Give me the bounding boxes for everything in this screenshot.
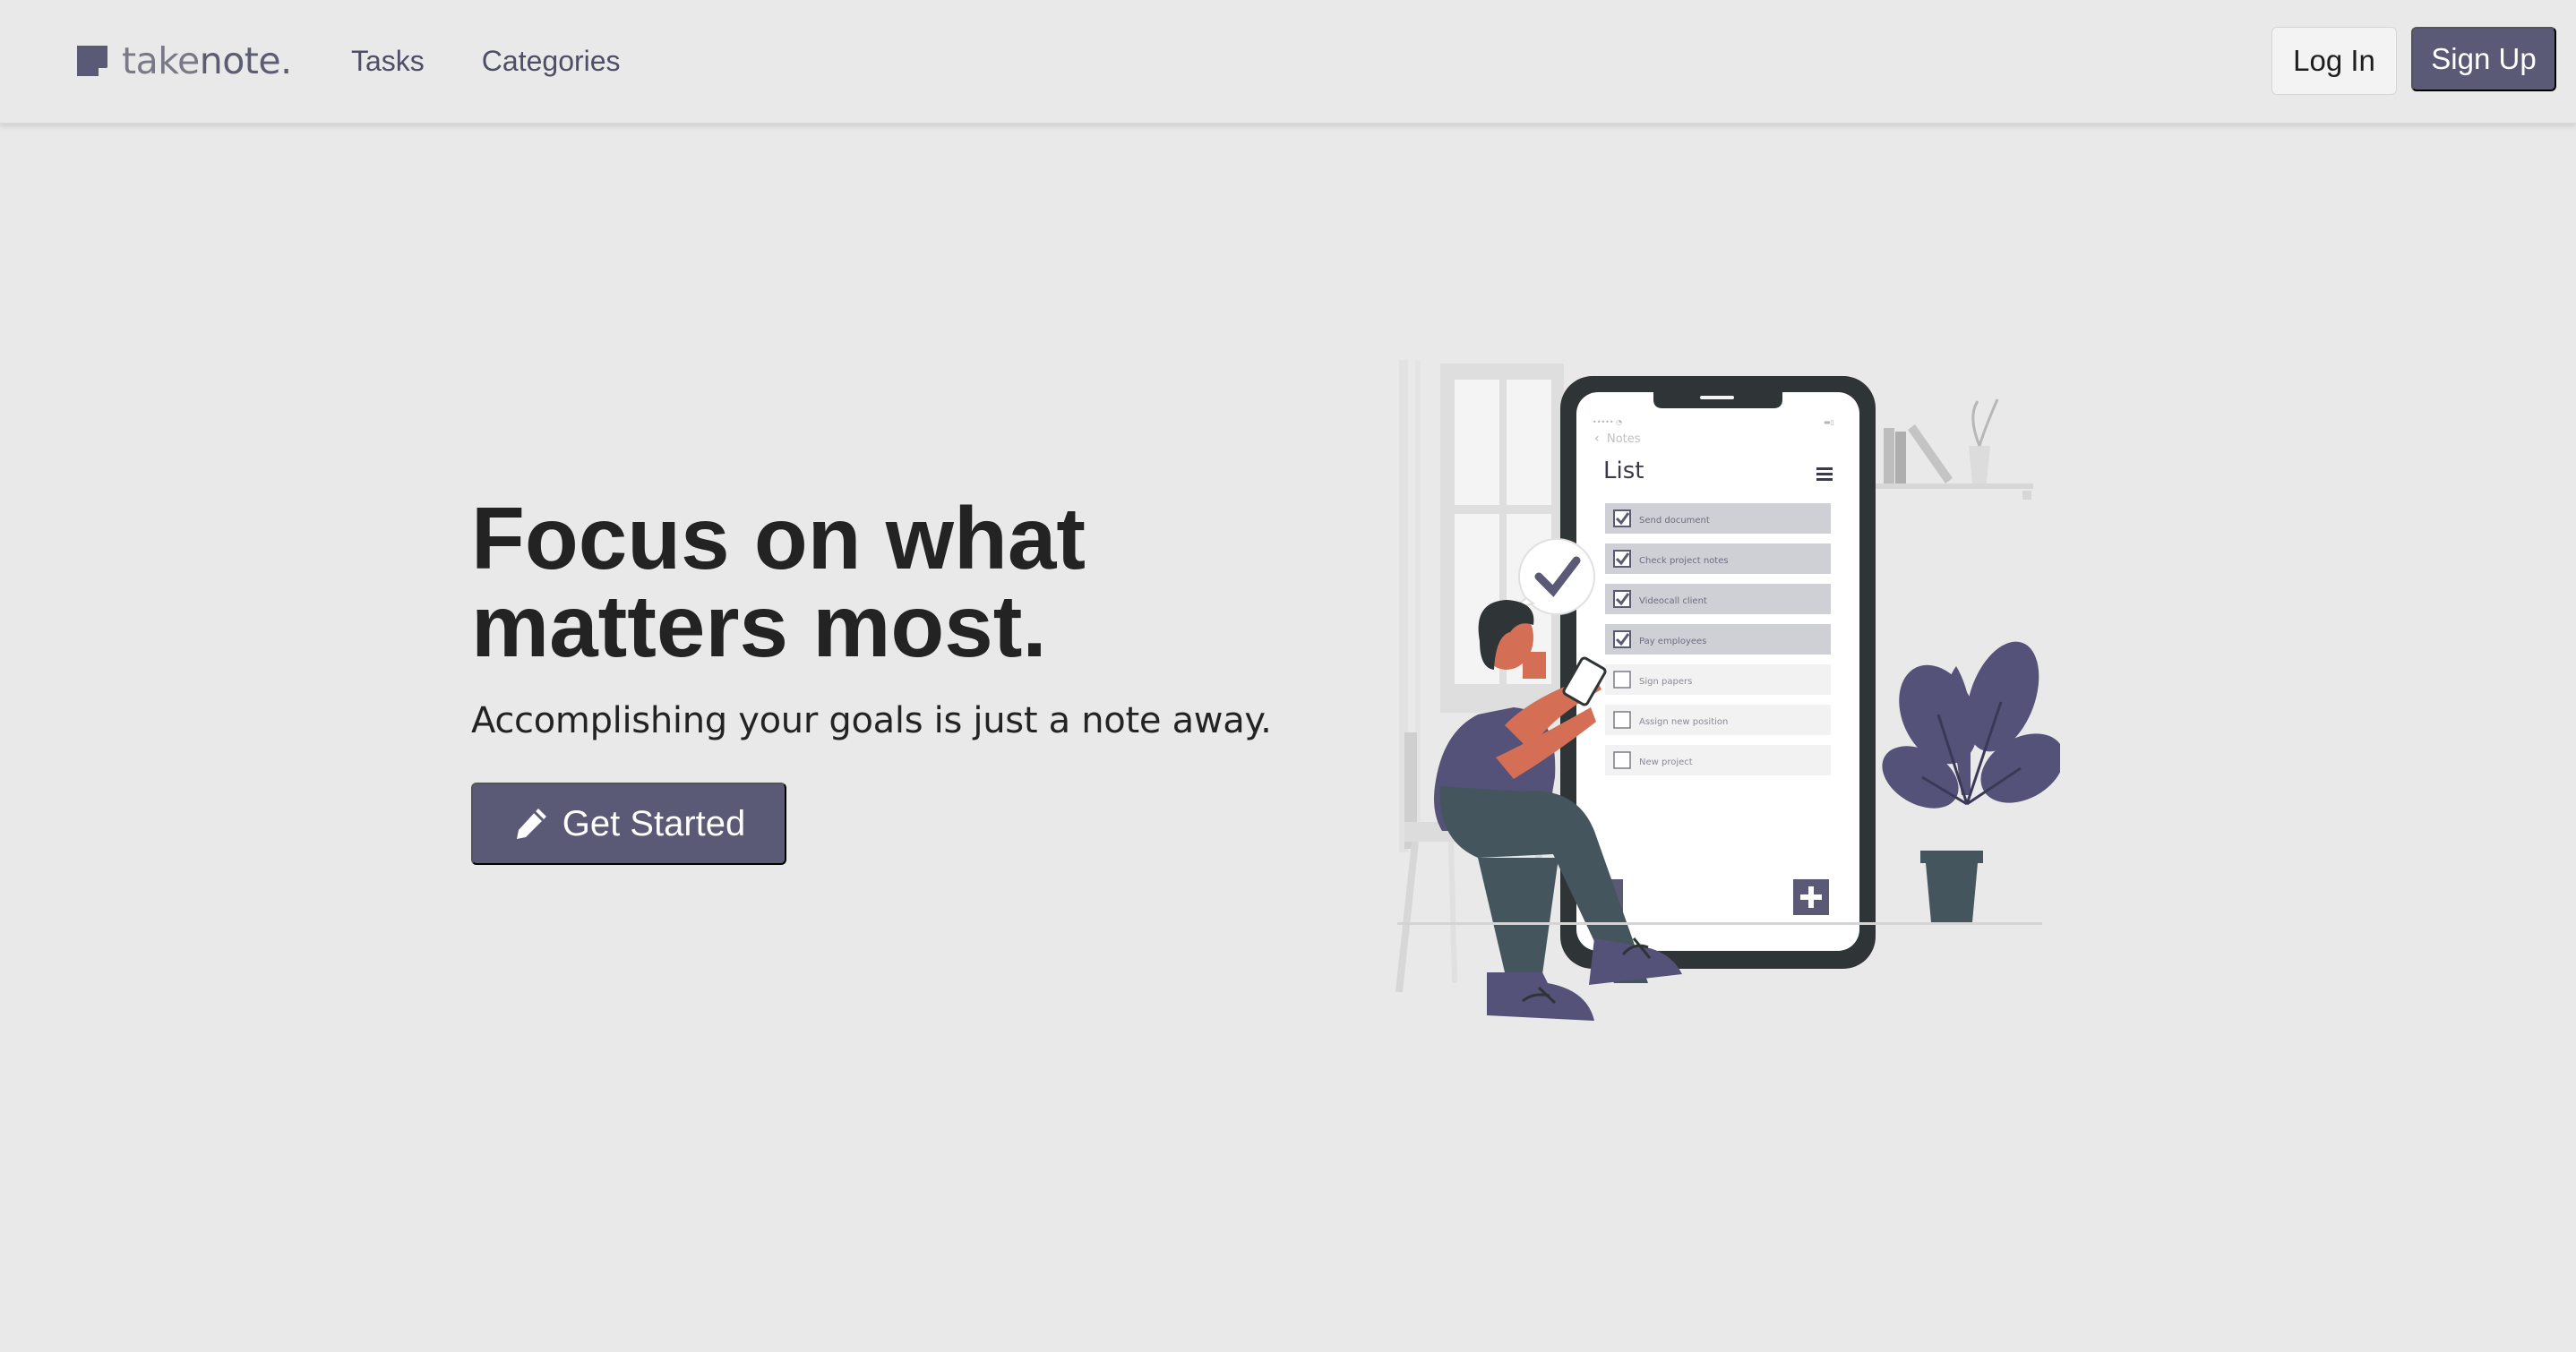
task-list: Send document Check project notes Videoc… [1605, 503, 1831, 775]
task-label: Videocall client [1639, 596, 1707, 606]
plant-icon [1882, 641, 2060, 922]
task-row: Pay employees [1605, 624, 1831, 655]
list-title: List [1603, 458, 1644, 484]
brand-name-light: take [122, 39, 200, 82]
login-button[interactable]: Log In [2271, 27, 2397, 95]
task-label: Assign new position [1639, 717, 1728, 727]
hero-title: Focus on what matters most. [471, 489, 1086, 675]
svg-text:▬▯: ▬▯ [1824, 418, 1834, 426]
task-label: Sign papers [1639, 677, 1692, 687]
task-row: Sign papers [1605, 664, 1831, 695]
note-icon [77, 46, 107, 76]
get-started-button[interactable]: Get Started [471, 783, 786, 865]
task-label: Check project notes [1639, 556, 1729, 566]
task-label: Pay employees [1639, 637, 1706, 646]
get-started-label: Get Started [562, 803, 746, 843]
task-label: New project [1639, 757, 1693, 767]
shelf-icon [1872, 398, 2033, 500]
add-button-icon [1793, 879, 1829, 915]
auth-buttons: Log In Sign Up [2271, 27, 2556, 95]
hero-illustration: ••••• ◔ ▬▯ ‹ Notes List Send document Ch… [1395, 360, 2060, 1021]
svg-text:••••• ◔: ••••• ◔ [1593, 418, 1622, 426]
signup-button[interactable]: Sign Up [2411, 27, 2556, 91]
main-nav: Tasks Categories [351, 39, 621, 82]
notes-back-link: Notes [1607, 432, 1641, 446]
menu-icon [1816, 467, 1833, 481]
task-row: Assign new position [1605, 705, 1831, 735]
hero-subtitle: Accomplishing your goals is just a note … [471, 700, 1272, 741]
nav-link-categories[interactable]: Categories [482, 39, 621, 82]
task-row: Videocall client [1605, 584, 1831, 614]
task-label: Send document [1639, 516, 1710, 526]
svg-text:‹: ‹ [1594, 432, 1600, 446]
task-row: Check project notes [1605, 543, 1831, 574]
nav-link-tasks[interactable]: Tasks [351, 39, 425, 82]
pencil-icon [516, 809, 546, 839]
brand-name: takenote. [122, 39, 292, 82]
brand-name-bold: note. [199, 39, 292, 82]
task-row: New project [1605, 745, 1831, 775]
brand-logo[interactable]: takenote. [75, 36, 292, 86]
task-row: Send document [1605, 503, 1831, 534]
top-navbar: takenote. Tasks Categories Log In Sign U… [0, 0, 2576, 124]
